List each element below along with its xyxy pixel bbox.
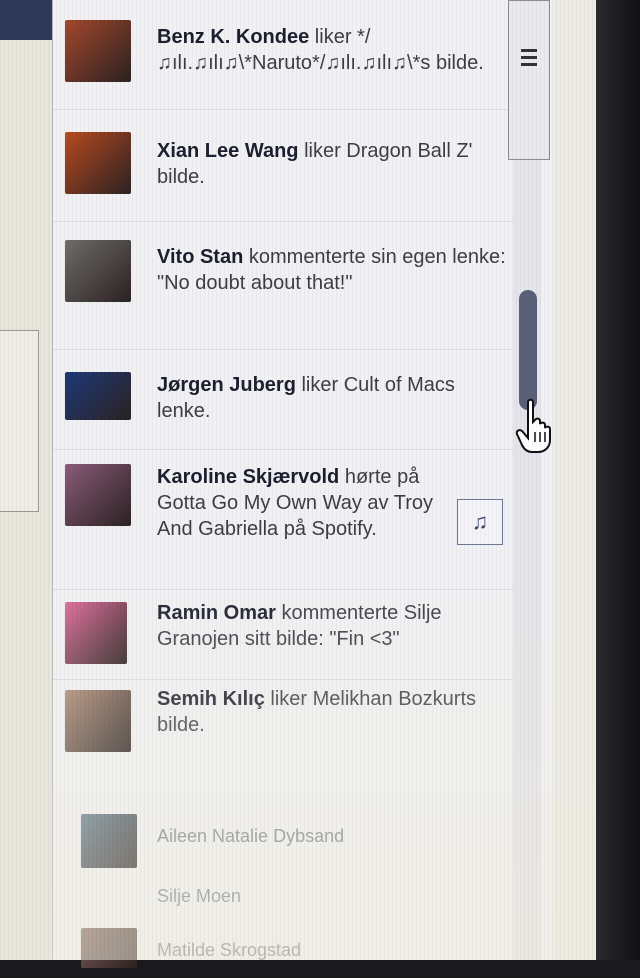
- scroll-thumb[interactable]: [519, 290, 537, 410]
- chat-contact[interactable]: Aileen Natalie Dybsand: [53, 808, 523, 868]
- music-note-icon[interactable]: ♫: [457, 499, 503, 545]
- story-actor[interactable]: Benz K. Kondee: [157, 26, 309, 48]
- chat-contact-name[interactable]: Silje Moen: [157, 886, 241, 907]
- monitor-bezel: [596, 0, 640, 960]
- story-text: Karoline Skjærvold hørte på Gotta Go My …: [157, 464, 453, 542]
- story-actor[interactable]: Vito Stan: [157, 246, 243, 268]
- blue-topbar: [0, 0, 52, 40]
- story-text: Ramin Omar kommenterte Silje Granojen si…: [157, 600, 513, 652]
- avatar[interactable]: [65, 464, 131, 526]
- options-button[interactable]: [508, 0, 550, 160]
- avatar[interactable]: [65, 240, 131, 302]
- content-box-edge: [0, 330, 39, 512]
- ticker-story[interactable]: Benz K. Kondee liker */♫ılı.♫ılı♫\*Narut…: [53, 0, 523, 110]
- story-text: Jørgen Juberg liker Cult of Macs lenke.: [157, 372, 513, 424]
- story-actor[interactable]: Jørgen Juberg: [157, 374, 296, 396]
- avatar[interactable]: [65, 602, 127, 664]
- ticker-panel: Benz K. Kondee liker */♫ılı.♫ılı♫\*Narut…: [52, 0, 553, 968]
- chat-contact-name[interactable]: Matilde Skrogstad: [157, 940, 301, 961]
- story-actor[interactable]: Ramin Omar: [157, 602, 276, 624]
- chat-contact[interactable]: Matilde Skrogstad: [53, 918, 523, 978]
- hand-pointer-icon: [515, 398, 551, 453]
- screen: Benz K. Kondee liker */♫ılı.♫ılı♫\*Narut…: [0, 0, 600, 968]
- avatar[interactable]: [65, 20, 131, 82]
- story-actor[interactable]: Xian Lee Wang: [157, 140, 299, 162]
- ticker-story[interactable]: Semih Kılıç liker Melikhan Bozkurts bild…: [53, 680, 523, 770]
- ticker-story[interactable]: Vito Stan kommenterte sin egen lenke: "N…: [53, 222, 523, 350]
- menu-lines-icon: [521, 49, 537, 70]
- ticker-story[interactable]: Karoline Skjærvold hørte på Gotta Go My …: [53, 450, 523, 590]
- story-text: Xian Lee Wang liker Dragon Ball Z' bilde…: [157, 138, 513, 190]
- avatar[interactable]: [81, 814, 137, 868]
- story-text: Semih Kılıç liker Melikhan Bozkurts bild…: [157, 686, 513, 738]
- story-text: Benz K. Kondee liker */♫ılı.♫ılı♫\*Narut…: [157, 24, 513, 76]
- story-actor[interactable]: Semih Kılıç: [157, 688, 265, 710]
- avatar[interactable]: [65, 132, 131, 194]
- chat-contact-name[interactable]: Aileen Natalie Dybsand: [157, 826, 344, 847]
- main-page-edge: [0, 0, 53, 960]
- story-text: Vito Stan kommenterte sin egen lenke: "N…: [157, 244, 513, 296]
- ticker-story[interactable]: Ramin Omar kommenterte Silje Granojen si…: [53, 590, 523, 680]
- avatar[interactable]: [65, 372, 131, 420]
- ticker-story[interactable]: Xian Lee Wang liker Dragon Ball Z' bilde…: [53, 110, 523, 222]
- avatar[interactable]: [81, 928, 137, 968]
- avatar[interactable]: [65, 690, 131, 752]
- ticker-story[interactable]: Jørgen Juberg liker Cult of Macs lenke.: [53, 350, 523, 450]
- story-actor[interactable]: Karoline Skjærvold: [157, 466, 339, 488]
